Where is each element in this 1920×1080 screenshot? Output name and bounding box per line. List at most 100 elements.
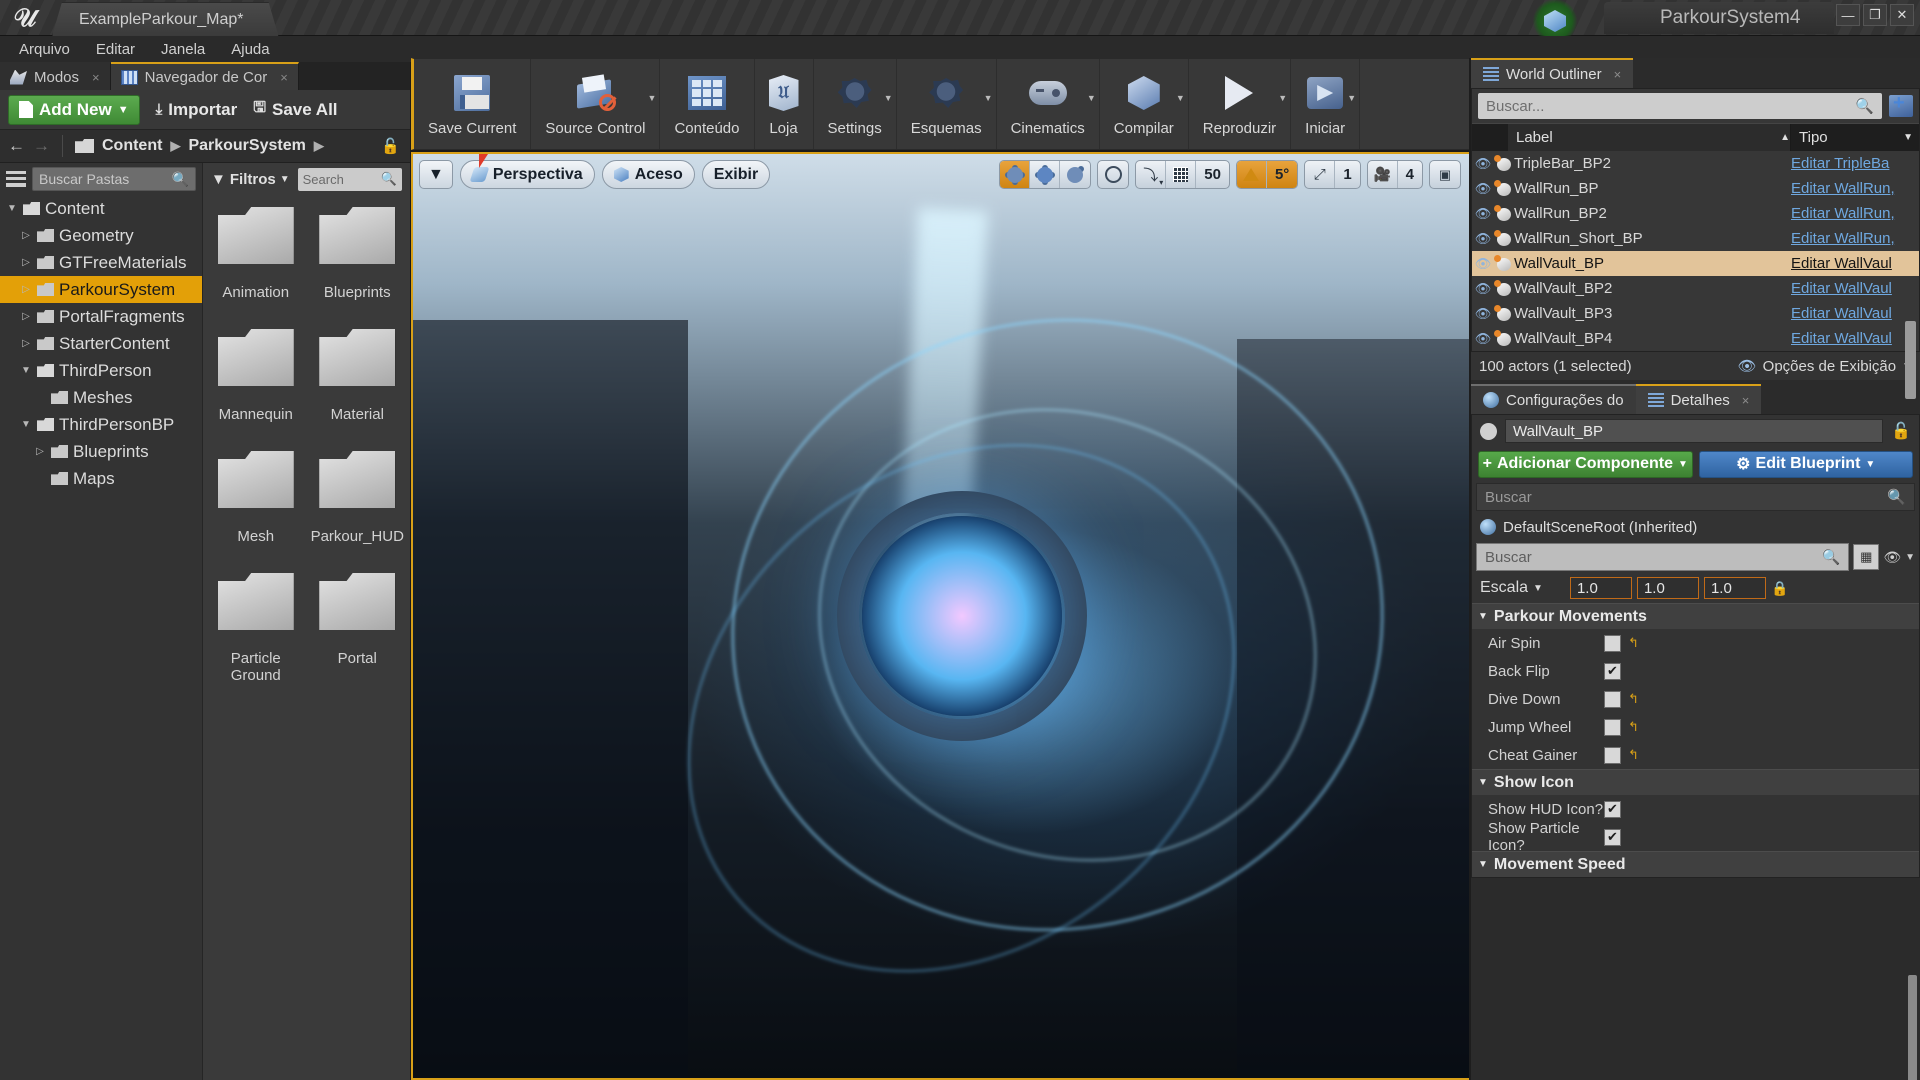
tree-twisty-icon[interactable]: ▷ (20, 311, 32, 322)
toolbar-button-cinematics[interactable]: Cinematics ▼ (997, 59, 1100, 149)
asset-folder-item[interactable]: Parkour_HUD (307, 443, 409, 565)
eye-icon[interactable]: 👁 (1472, 281, 1494, 297)
outliner-row[interactable]: 👁 WallVault_BP2 Editar WallVaul (1472, 276, 1919, 301)
grid-snap-value[interactable]: 50 (1196, 161, 1229, 188)
breadcrumb-current[interactable]: ParkourSystem (188, 137, 305, 155)
revert-property-icon[interactable]: ↰ (1628, 747, 1639, 763)
outliner-row[interactable]: 👁 WallRun_BP Editar WallRun, (1472, 176, 1919, 201)
close-icon[interactable]: × (1742, 393, 1750, 408)
tree-twisty-icon[interactable]: ▼ (6, 203, 18, 214)
chevron-down-icon[interactable]: ▼ (648, 93, 657, 103)
menu-item-ajuda[interactable]: Ajuda (218, 39, 282, 60)
outliner-col-label[interactable]: Label ▲ (1508, 124, 1791, 151)
world-coords-icon[interactable] (1098, 161, 1128, 188)
viewport-show-button[interactable]: Exibir (701, 160, 771, 189)
outliner-row[interactable]: 👁 WallVault_BP Editar WallVaul (1472, 251, 1919, 276)
property-search-input[interactable]: Buscar 🔍 (1476, 543, 1850, 571)
chevron-down-icon[interactable]: ▼ (1278, 93, 1287, 103)
outliner-row[interactable]: 👁 WallVault_BP4 Editar WallVaul (1472, 326, 1919, 351)
outliner-col-type[interactable]: Tipo ▼ (1791, 124, 1919, 151)
surface-snap-icon[interactable]: ⤵ ▾ (1136, 161, 1167, 188)
outliner-row[interactable]: 👁 WallRun_BP2 Editar WallRun, (1472, 201, 1919, 226)
maximize-button[interactable]: ❐ (1863, 4, 1887, 26)
scale-x-field[interactable]: 1.0 (1569, 577, 1632, 599)
tree-item-gtfreematerials[interactable]: ▷ GTFreeMaterials (0, 249, 202, 276)
property-checkbox[interactable] (1604, 718, 1621, 736)
tree-item-portalfragments[interactable]: ▷ PortalFragments (0, 303, 202, 330)
eye-icon[interactable]: 👁 (1883, 549, 1901, 566)
close-button[interactable]: ✕ (1890, 4, 1914, 26)
camera-speed-icon[interactable]: 🎥 (1368, 161, 1398, 188)
asset-folder-item[interactable]: Particle Ground (205, 565, 307, 687)
viewport-menu-button[interactable]: ▼ (419, 160, 453, 189)
tree-twisty-icon[interactable]: ▼ (20, 419, 32, 430)
asset-folder-item[interactable]: Blueprints (307, 199, 409, 321)
scale-y-field[interactable]: 1.0 (1636, 577, 1699, 599)
toolbar-button-loja[interactable]: 𝔘 Loja (755, 59, 814, 149)
tree-twisty-icon[interactable]: ▷ (20, 338, 32, 349)
tree-item-parkoursystem[interactable]: ▷ ParkourSystem (0, 276, 202, 303)
tree-item-geometry[interactable]: ▷ Geometry (0, 222, 202, 249)
nav-forward-button[interactable]: → (33, 136, 50, 156)
revert-property-icon[interactable]: ↰ (1628, 635, 1639, 651)
chevron-down-icon[interactable]: ▼ (1176, 93, 1185, 103)
chevron-down-icon[interactable]: ▼ (884, 93, 893, 103)
lock-icon[interactable]: 🔒 (1771, 580, 1788, 597)
outliner-row-type-link[interactable]: Editar WallRun, (1791, 205, 1919, 222)
property-checkbox[interactable]: ✔ (1604, 800, 1621, 818)
menu-item-editar[interactable]: Editar (83, 39, 148, 60)
eye-icon[interactable]: 👁 (1472, 206, 1494, 222)
asset-folder-item[interactable]: Portal (307, 565, 409, 687)
toolbar-button-conteúdo[interactable]: Conteúdo (660, 59, 755, 149)
tree-twisty-icon[interactable]: ▷ (34, 446, 46, 457)
tab-details[interactable]: Detalhes × (1635, 384, 1762, 414)
lock-icon[interactable]: 🔓 (381, 137, 400, 155)
import-button[interactable]: ⤓ Importar (156, 100, 238, 120)
add-folder-icon[interactable] (1889, 92, 1913, 117)
nav-back-button[interactable]: ← (8, 136, 25, 156)
outliner-row-type-link[interactable]: Editar WallVaul (1791, 305, 1919, 322)
chevron-down-icon[interactable]: ▼ (1087, 93, 1096, 103)
scale-z-field[interactable]: 1.0 (1703, 577, 1766, 599)
scale-snap-icon[interactable]: ⤢ (1305, 161, 1336, 188)
outliner-row-type-link[interactable]: Editar WallVaul (1791, 255, 1919, 272)
actor-name-field[interactable]: WallVault_BP (1505, 419, 1884, 443)
asset-search-input[interactable]: Search 🔍 (297, 167, 402, 191)
save-all-button[interactable]: 🖫 Save All (253, 97, 337, 122)
outliner-search-input[interactable]: Buscar... 🔍 (1478, 93, 1882, 119)
toolbar-button-esquemas[interactable]: Esquemas ▼ (897, 59, 997, 149)
scale-gizmo-icon[interactable] (1060, 161, 1090, 188)
eye-icon[interactable]: 👁 (1472, 306, 1494, 322)
toolbar-button-compilar[interactable]: Compilar ▼ (1100, 59, 1189, 149)
toolbar-button-iniciar[interactable]: Iniciar ▼ (1291, 59, 1361, 149)
document-tab[interactable]: ExampleParkour_Map* (52, 2, 279, 36)
toolbar-button-source-control[interactable]: Source Control ▼ (531, 59, 661, 149)
scale-snap-value[interactable]: 1 (1335, 161, 1359, 188)
component-root-row[interactable]: DefaultSceneRoot (Inherited) (1472, 513, 1919, 541)
asset-folder-item[interactable]: Animation (205, 199, 307, 321)
outliner-row-type-link[interactable]: Editar WallRun, (1791, 230, 1919, 247)
folder-search-input[interactable]: Buscar Pastas 🔍 (32, 167, 196, 191)
add-new-button[interactable]: Add New ▼ (8, 94, 140, 125)
tree-item-startercontent[interactable]: ▷ StarterContent (0, 330, 202, 357)
asset-folder-item[interactable]: Material (307, 321, 409, 443)
eye-icon[interactable]: 👁 (1472, 156, 1494, 172)
tree-item-thirdperson[interactable]: ▼ ThirdPerson (0, 357, 202, 384)
tree-item-blueprints[interactable]: ▷ Blueprints (0, 438, 202, 465)
property-checkbox[interactable]: ✔ (1604, 828, 1621, 846)
close-icon[interactable]: × (1614, 67, 1622, 82)
asset-folder-item[interactable]: Mannequin (205, 321, 307, 443)
tree-twisty-icon[interactable]: ▷ (20, 284, 32, 295)
property-checkbox[interactable]: ✔ (1604, 662, 1621, 680)
details-category-parkour-movements[interactable]: ▼ Parkour Movements (1472, 603, 1919, 629)
tab-navegador-close-icon[interactable]: × (280, 70, 288, 85)
details-category-movement-speed[interactable]: ▼ Movement Speed (1472, 851, 1919, 877)
outliner-row-type-link[interactable]: Editar TripleBa (1791, 155, 1919, 172)
tab-modos[interactable]: Modos × (0, 62, 111, 90)
outliner-row-type-link[interactable]: Editar WallVaul (1791, 280, 1919, 297)
tree-item-thirdpersonbp[interactable]: ▼ ThirdPersonBP (0, 411, 202, 438)
tab-modos-close-icon[interactable]: × (92, 70, 100, 85)
tab-world-settings[interactable]: Configurações do (1471, 384, 1636, 414)
level-viewport[interactable]: ▼ Perspectiva Aceso Exibir ⤵ ▾ 50 5° ⤢ 1… (411, 152, 1471, 1080)
tree-list-icon[interactable] (6, 171, 26, 187)
